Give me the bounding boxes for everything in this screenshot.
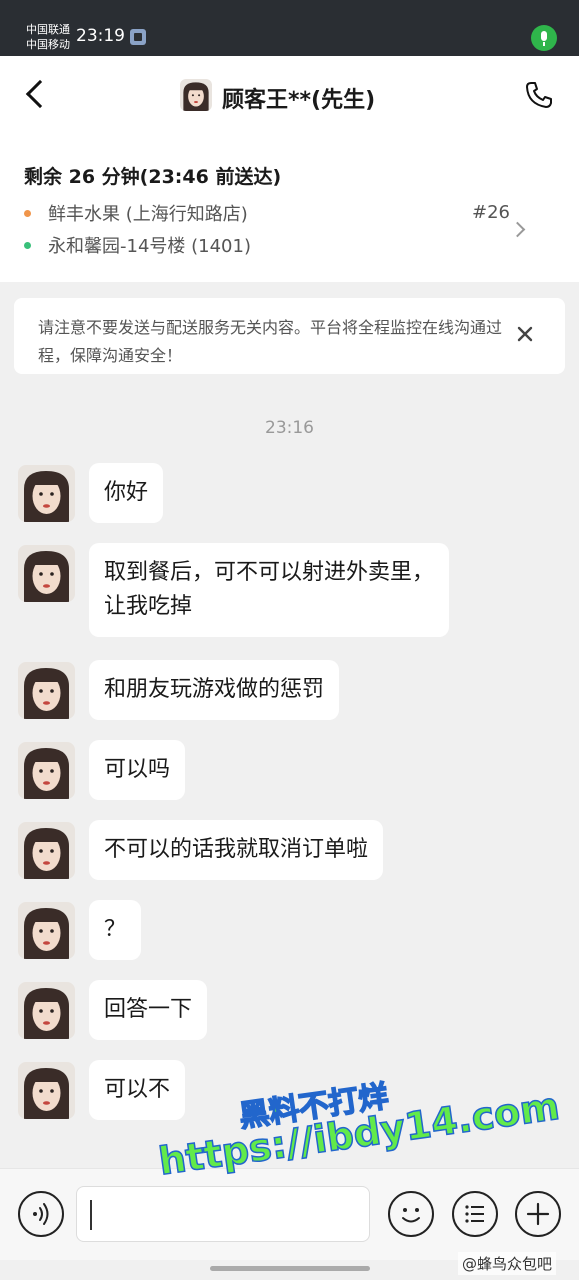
home-indicator[interactable] <box>210 1266 370 1271</box>
carrier-labels: 中国联通 中国移动 <box>26 22 70 52</box>
customer-avatar[interactable] <box>18 662 75 719</box>
customer-avatar[interactable] <box>18 465 75 522</box>
customer-avatar[interactable] <box>18 545 75 602</box>
customer-avatar[interactable] <box>18 902 75 959</box>
voice-button[interactable] <box>18 1191 64 1237</box>
chat-timestamp: 23:16 <box>265 418 314 438</box>
order-info-card[interactable]: 剩余 26 分钟(23:46 前送达) 鲜丰水果 (上海行知路店) #26 永和… <box>0 136 579 282</box>
delivery-address: 永和馨园-14号楼 (1401) <box>48 236 251 257</box>
store-name: 鲜丰水果 (上海行知路店) <box>48 204 248 225</box>
message-input[interactable] <box>76 1186 370 1242</box>
carrier-1: 中国联通 <box>26 23 70 36</box>
sim-icon <box>130 29 146 45</box>
store-dot-icon <box>24 210 31 217</box>
microphone-icon <box>531 25 557 51</box>
message-bubble[interactable]: 可以吗 <box>89 740 186 800</box>
customer-avatar[interactable] <box>18 1062 75 1119</box>
chevron-right-icon[interactable] <box>509 221 526 238</box>
emoji-button[interactable] <box>388 1191 434 1237</box>
input-bar <box>0 1168 579 1260</box>
message-bubble[interactable]: 你好 <box>89 463 164 523</box>
customer-avatar[interactable] <box>18 742 75 799</box>
customer-avatar[interactable] <box>18 982 75 1039</box>
quick-reply-button[interactable] <box>452 1191 498 1237</box>
status-time: 23:19 <box>76 26 125 46</box>
message-bubble[interactable]: 不可以的话我就取消订单啦 <box>89 820 384 880</box>
page-title: 顾客王**(先生) <box>222 88 376 113</box>
address-dot-icon <box>24 242 31 249</box>
customer-avatar-small <box>180 79 212 111</box>
phone-icon[interactable] <box>524 80 554 110</box>
source-tag: @蜂鸟众包吧 <box>458 1252 557 1275</box>
message-bubble[interactable]: 取到餐后，可不可以射进外卖里， 让我吃掉 <box>89 543 450 637</box>
status-bar: 中国联通 中国移动 23:19 <box>0 0 579 56</box>
delivery-deadline: 剩余 26 分钟(23:46 前送达) <box>24 166 282 188</box>
plus-icon <box>526 1202 550 1226</box>
message-bubble[interactable]: ？ <box>89 900 142 960</box>
message-bubble[interactable]: 可以不 <box>89 1060 186 1120</box>
emoji-icon <box>402 1208 420 1223</box>
list-icon <box>465 1205 484 1223</box>
close-icon[interactable] <box>516 325 534 343</box>
voice-icon <box>33 1203 49 1225</box>
add-button[interactable] <box>515 1191 561 1237</box>
message-bubble[interactable]: 和朋友玩游戏做的惩罚 <box>89 660 340 720</box>
customer-avatar[interactable] <box>18 822 75 879</box>
chat-header: 顾客王**(先生) <box>0 56 579 136</box>
carrier-2: 中国移动 <box>26 38 70 51</box>
safety-notice: 请注意不要发送与配送服务无关内容。平台将全程监控在线沟通过程，保障沟通安全！ <box>14 298 565 374</box>
back-chevron-icon[interactable] <box>25 79 55 109</box>
notice-text: 请注意不要发送与配送服务无关内容。平台将全程监控在线沟通过程，保障沟通安全！ <box>38 318 503 365</box>
order-number: #26 <box>472 202 510 223</box>
message-bubble[interactable]: 回答一下 <box>89 980 208 1040</box>
